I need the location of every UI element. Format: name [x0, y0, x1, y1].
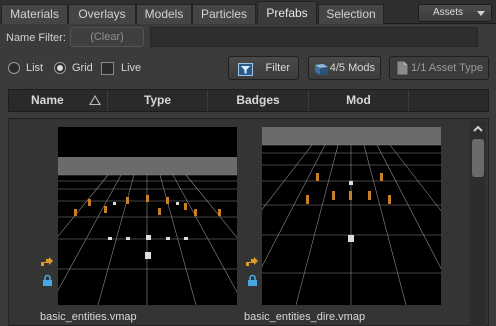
funnel-icon	[238, 62, 253, 84]
scrollbar-thumb[interactable]	[472, 139, 484, 177]
tab-materials[interactable]: Materials	[1, 4, 68, 24]
scroll-up-arrow-icon[interactable]	[471, 123, 485, 135]
live-label: Live	[121, 62, 142, 74]
name-filter-label: Name Filter:	[6, 32, 66, 44]
tab-particles[interactable]: Particles	[192, 4, 256, 24]
list-view-label: List	[26, 62, 44, 74]
sort-ascending-icon	[89, 95, 101, 105]
prefab-link-icon	[41, 257, 53, 266]
chevron-down-icon	[477, 11, 485, 16]
lock-icon	[248, 274, 257, 286]
assets-dropdown-button[interactable]: Assets	[418, 4, 492, 22]
column-header-name-label: Name	[31, 93, 64, 107]
asset-type-button-label: 1/1 Asset Type	[411, 62, 483, 74]
list-view-radio[interactable]	[8, 62, 20, 74]
asset-name-label: basic_entities_dire.vmap	[244, 311, 366, 323]
assets-button-label: Assets	[433, 7, 464, 18]
tab-prefabs[interactable]: Prefabs	[257, 1, 317, 25]
column-header-badges[interactable]: Badges	[208, 90, 309, 111]
document-icon	[397, 61, 408, 83]
asset-thumbnail[interactable]	[58, 127, 237, 305]
column-header-name[interactable]: Name	[9, 90, 108, 111]
asset-type-button[interactable]: 1/1 Asset Type	[389, 56, 489, 80]
tab-selection[interactable]: Selection	[318, 4, 384, 24]
filter-button-label: Filter	[265, 62, 290, 74]
grid-view-label: Grid	[72, 62, 93, 74]
column-header-row: Name Type Badges Mod	[8, 89, 489, 112]
asset-name-label: basic_entities.vmap	[40, 311, 137, 323]
clear-filter-button[interactable]: (Clear)	[70, 27, 144, 47]
live-checkbox[interactable]	[101, 62, 114, 75]
tab-bar: Materials Overlays Models Particles Pref…	[0, 0, 496, 25]
column-header-type[interactable]: Type	[108, 90, 208, 111]
mods-button-label: 4/5 Mods	[329, 62, 375, 74]
mods-cube-icon	[314, 62, 329, 84]
mods-button[interactable]: 4/5 Mods	[308, 56, 381, 80]
filter-button[interactable]: Filter	[228, 56, 299, 80]
tab-models[interactable]: Models	[136, 4, 192, 24]
asset-thumbnail[interactable]	[262, 127, 441, 305]
tab-overlays[interactable]: Overlays	[68, 4, 136, 24]
column-header-mod[interactable]: Mod	[309, 90, 409, 111]
grid-view-radio[interactable]	[54, 62, 66, 74]
lock-icon	[43, 274, 52, 286]
prefab-link-icon	[246, 257, 258, 266]
name-filter-input[interactable]	[150, 27, 478, 47]
